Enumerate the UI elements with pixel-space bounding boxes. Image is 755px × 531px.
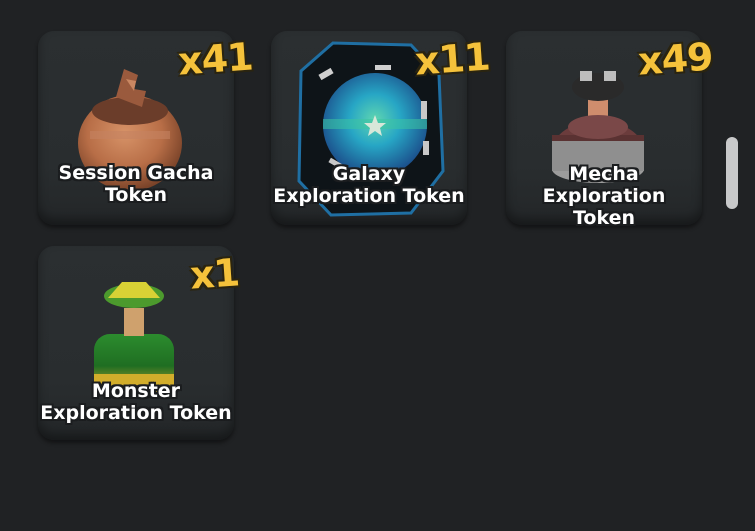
- item-card-monster-exploration-token[interactable]: Monster Exploration Token x1: [38, 246, 240, 440]
- item-count: x11: [413, 34, 491, 84]
- scrollbar-thumb[interactable]: [726, 137, 738, 209]
- inventory-panel: Session Gacha Token x41 Galaxy Explorati…: [0, 0, 755, 531]
- item-name: Session Gacha Token: [58, 162, 214, 206]
- item-name: Galaxy Exploration Token: [273, 163, 465, 207]
- item-card-galaxy-exploration-token[interactable]: Galaxy Exploration Token x11: [271, 31, 491, 225]
- item-card-mecha-exploration-token[interactable]: Mecha Exploration Token x49: [506, 31, 714, 229]
- item-name: Monster Exploration Token: [40, 380, 232, 424]
- item-count: x49: [636, 34, 714, 84]
- item-count: x1: [188, 250, 241, 298]
- item-count: x41: [176, 34, 254, 84]
- item-name: Mecha Exploration Token: [542, 163, 666, 229]
- item-card-session-gacha-token[interactable]: Session Gacha Token x41: [38, 31, 254, 225]
